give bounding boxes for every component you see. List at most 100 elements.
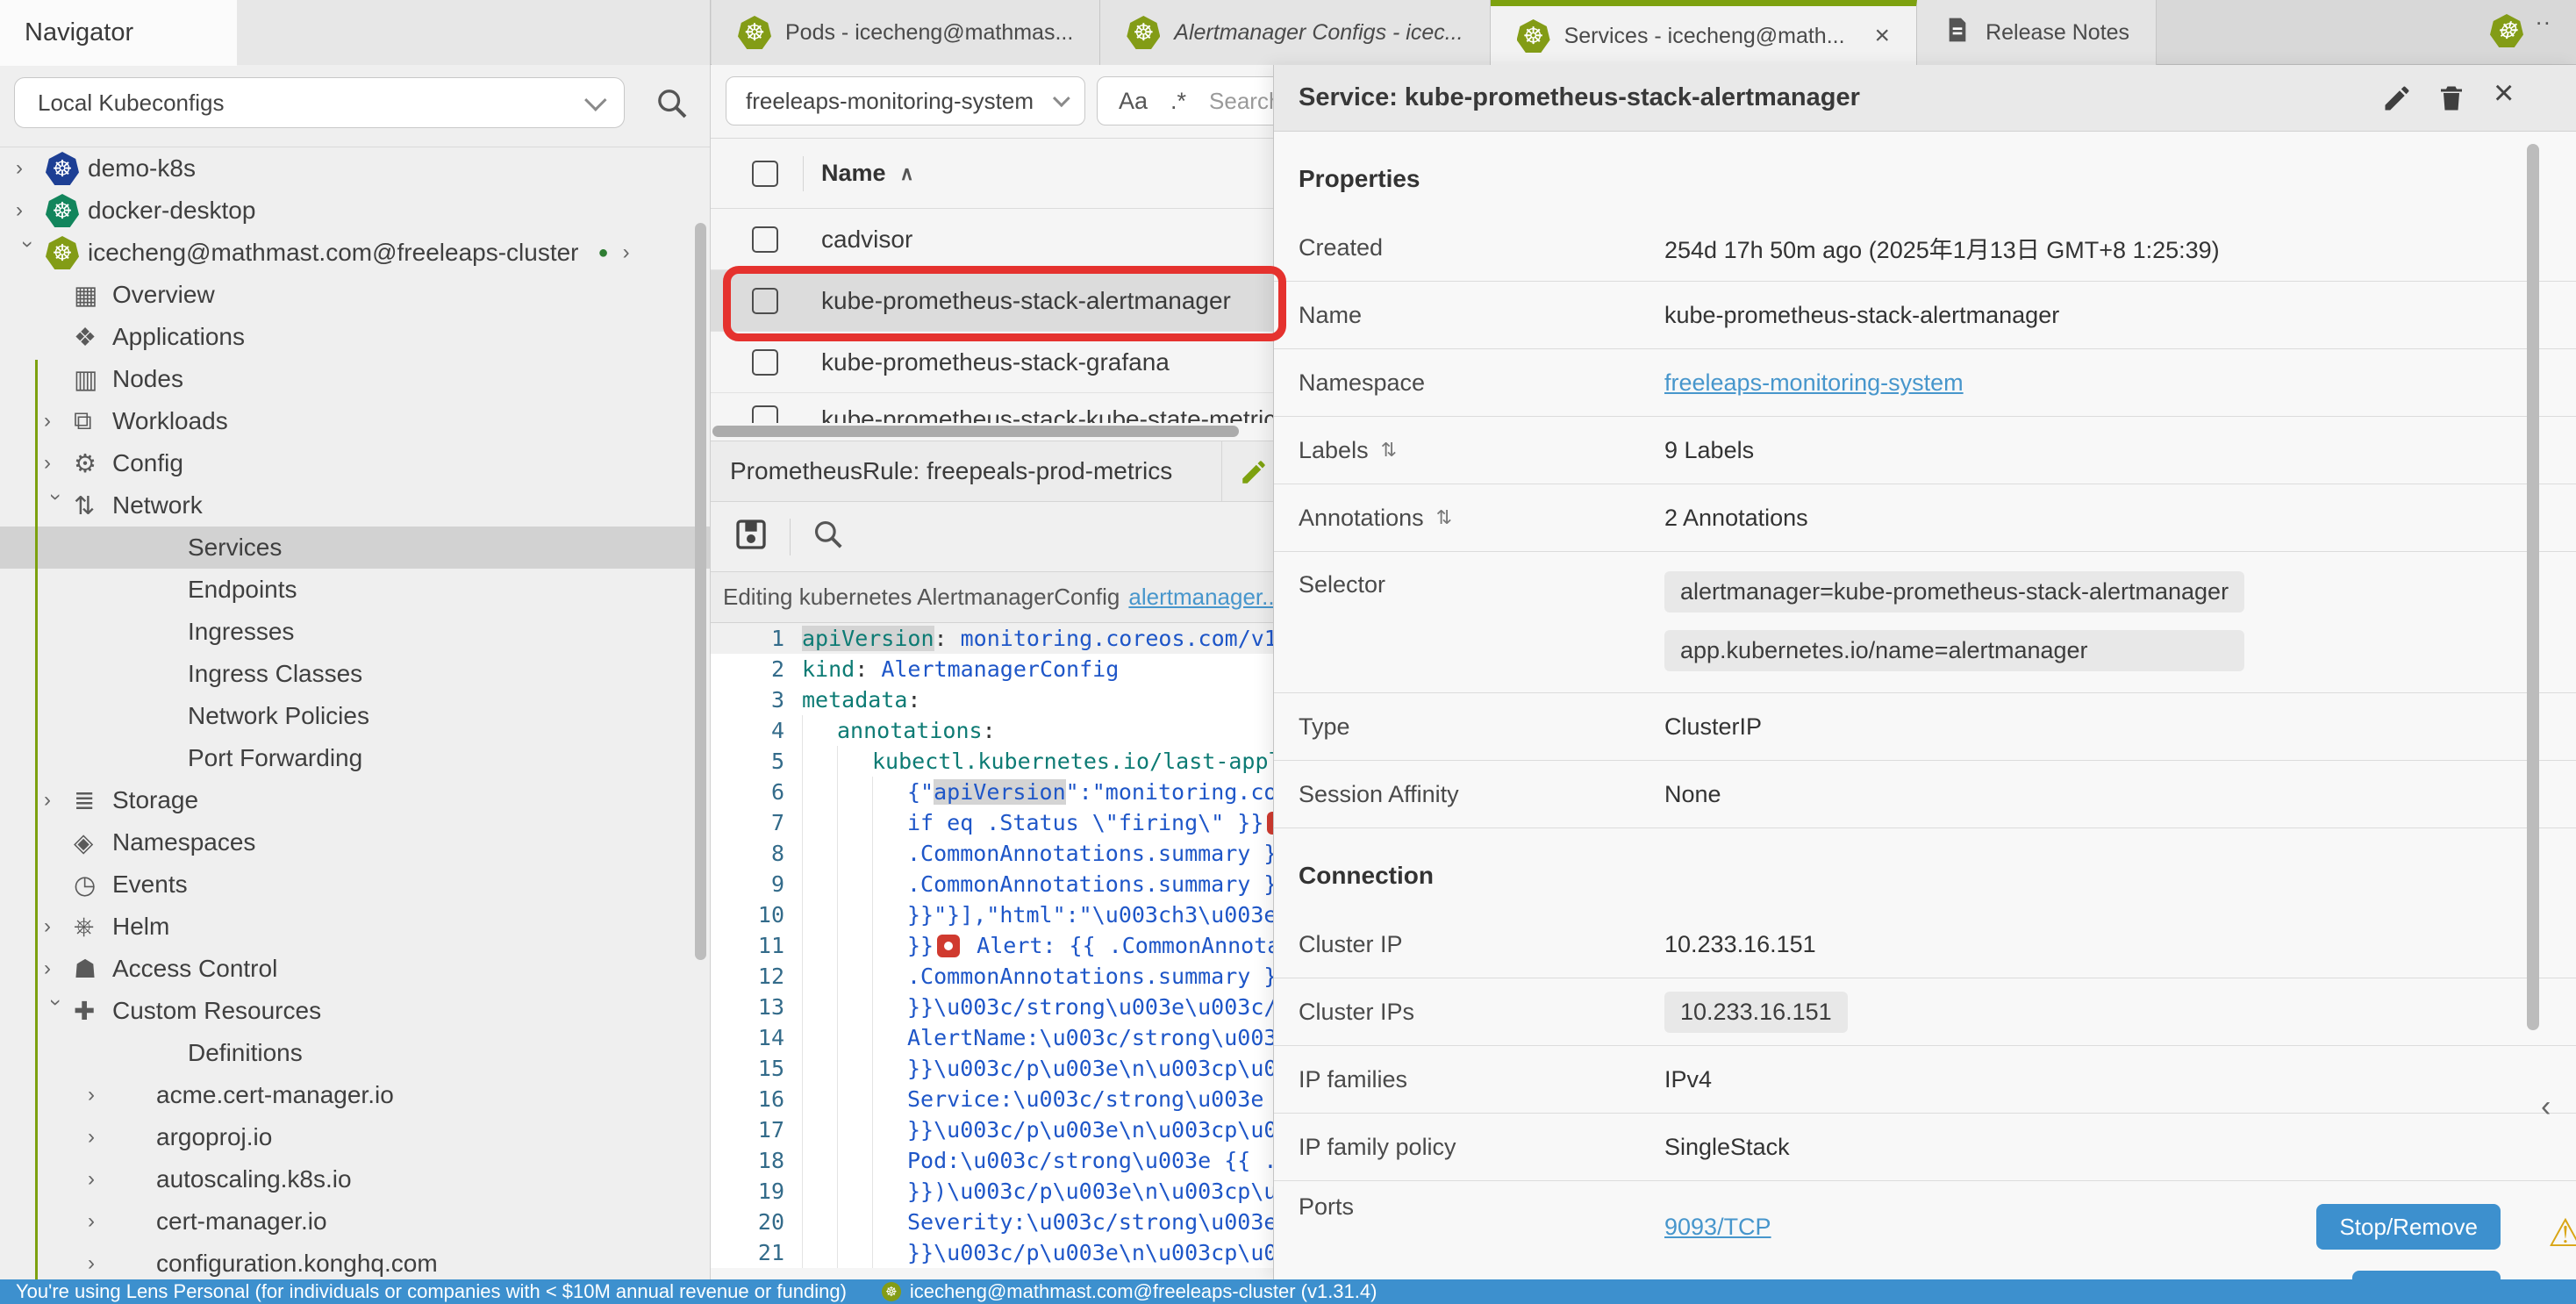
select-all-checkbox[interactable] bbox=[752, 161, 778, 187]
sidebar-item[interactable]: › ≣ Storage bbox=[0, 779, 710, 821]
sidebar-item[interactable]: › ☸ docker-desktop bbox=[0, 190, 710, 232]
divider bbox=[790, 519, 791, 555]
delete-icon[interactable] bbox=[2436, 82, 2467, 118]
sidebar-item-label: argoproj.io bbox=[156, 1123, 272, 1151]
sidebar-item[interactable]: Definitions bbox=[0, 1032, 710, 1074]
line-number: 12 bbox=[711, 964, 802, 989]
namespace-link[interactable]: freeleaps-monitoring-system bbox=[1664, 369, 1964, 397]
sidebar-item[interactable]: Network Policies bbox=[0, 695, 710, 737]
indent-guide bbox=[872, 1145, 907, 1176]
sidebar-item[interactable]: › ☗ Access Control bbox=[0, 948, 710, 990]
sidebar-item[interactable]: › ☸ icecheng@mathmast.com@freeleaps-clus… bbox=[0, 232, 710, 274]
sidebar-item[interactable]: › ⧉ Workloads bbox=[0, 400, 710, 442]
collapse-chevron-icon[interactable]: ‹ bbox=[2541, 1090, 2551, 1124]
row-checkbox[interactable] bbox=[752, 349, 778, 376]
section-heading-properties: Properties bbox=[1274, 132, 2576, 214]
sort-icon[interactable]: ⇅ bbox=[1436, 506, 1452, 529]
row-checkbox[interactable] bbox=[752, 288, 778, 314]
sidebar-item[interactable]: › ⇅ Network bbox=[0, 484, 710, 527]
close-icon[interactable]: × bbox=[2494, 74, 2514, 113]
line-number: 14 bbox=[711, 1025, 802, 1050]
chevron-right-icon[interactable]: › bbox=[44, 999, 68, 1028]
kubeconfig-select[interactable]: Local Kubeconfigs bbox=[14, 77, 625, 128]
namespace-select[interactable]: freeleaps-monitoring-system bbox=[726, 76, 1085, 125]
chevron-right-icon[interactable]: › bbox=[88, 1125, 118, 1150]
tab[interactable]: ☸ Pods - icecheng@mathmas... bbox=[712, 0, 1100, 65]
chevron-right-icon[interactable]: › bbox=[88, 1209, 118, 1234]
chevron-right-icon[interactable]: › bbox=[44, 493, 68, 523]
sidebar-item[interactable]: › ✚ Custom Resources bbox=[0, 990, 710, 1032]
sort-icon[interactable]: ⇅ bbox=[1381, 439, 1397, 462]
edit-icon[interactable] bbox=[1239, 457, 1269, 491]
row-checkbox[interactable] bbox=[752, 226, 778, 253]
code-token: : bbox=[907, 687, 920, 713]
sidebar-item[interactable]: Port Forwarding bbox=[0, 737, 710, 779]
line-number: 4 bbox=[711, 718, 802, 743]
row-checkbox[interactable] bbox=[752, 405, 778, 423]
chevron-right-icon[interactable]: › bbox=[88, 1167, 118, 1192]
stop-remove-button[interactable]: Stop/Remove bbox=[2316, 1204, 2501, 1250]
editor-search-icon[interactable] bbox=[812, 518, 845, 555]
kubernetes-icon: ☸ bbox=[46, 236, 79, 269]
resource-link[interactable]: alertmanager... bbox=[1128, 584, 1280, 611]
chevron-right-icon[interactable]: › bbox=[88, 1251, 118, 1276]
tab-overflow-dots: .. bbox=[2536, 4, 2551, 31]
tab[interactable]: ☸ Alertmanager Configs - icec... bbox=[1100, 0, 1490, 65]
chevron-right-icon[interactable]: › bbox=[44, 788, 74, 813]
code-token: }})\u003c/p\u003e\n\u003cp\u00 bbox=[907, 1179, 1304, 1204]
partial-tab[interactable]: ☸ bbox=[2490, 14, 2523, 47]
line-number: 9 bbox=[711, 871, 802, 897]
search-icon[interactable] bbox=[655, 86, 690, 125]
sidebar-item[interactable]: › autoscaling.k8s.io bbox=[0, 1158, 710, 1200]
chevron-right-icon[interactable]: › bbox=[88, 1083, 118, 1107]
sidebar-item[interactable]: › argoproj.io bbox=[0, 1116, 710, 1158]
sidebar-item[interactable]: ◈ Namespaces bbox=[0, 821, 710, 863]
sidebar-item[interactable]: › ☸ demo-k8s bbox=[0, 147, 710, 190]
sidebar-item[interactable]: ❖ Applications bbox=[0, 316, 710, 358]
workloads-icon: ⧉ bbox=[74, 407, 112, 436]
save-icon[interactable] bbox=[733, 517, 769, 556]
sidebar-item[interactable]: Services bbox=[0, 527, 710, 569]
sidebar-item[interactable]: Endpoints bbox=[0, 569, 710, 611]
sidebar-scrollbar[interactable] bbox=[695, 223, 706, 960]
sidebar-item[interactable]: › cert-manager.io bbox=[0, 1200, 710, 1243]
chevron-right-icon[interactable]: › bbox=[44, 451, 74, 476]
chevron-right-icon[interactable]: › bbox=[16, 240, 40, 270]
chevron-right-icon[interactable]: › bbox=[16, 156, 46, 181]
editing-text: Editing kubernetes AlertmanagerConfig bbox=[723, 584, 1120, 611]
line-number: 3 bbox=[711, 687, 802, 713]
line-number: 19 bbox=[711, 1179, 802, 1204]
sidebar-item-label: Applications bbox=[112, 323, 245, 351]
sidebar-item[interactable]: Ingress Classes bbox=[0, 653, 710, 695]
sidebar-item[interactable]: › ⎈ Helm bbox=[0, 906, 710, 948]
sidebar-item-label: Namespaces bbox=[112, 828, 255, 856]
close-icon[interactable]: × bbox=[1875, 21, 1891, 51]
sidebar-item[interactable]: ▥ Nodes bbox=[0, 358, 710, 400]
chevron-right-icon[interactable]: › bbox=[623, 240, 630, 265]
code-token: {" bbox=[907, 779, 934, 805]
line-number: 18 bbox=[711, 1148, 802, 1173]
chevron-right-icon[interactable]: › bbox=[16, 198, 46, 223]
sidebar-item-label: Events bbox=[112, 871, 188, 899]
warning-icon[interactable]: ⚠ bbox=[2548, 1211, 2576, 1256]
panel-scrollbar[interactable] bbox=[2527, 144, 2539, 1030]
chevron-right-icon[interactable]: › bbox=[44, 957, 74, 981]
license-text[interactable]: You're using Lens Personal (for individu… bbox=[16, 1280, 847, 1303]
edit-icon[interactable] bbox=[2381, 82, 2413, 118]
sidebar-item[interactable]: Ingresses bbox=[0, 611, 710, 653]
chevron-right-icon[interactable]: › bbox=[44, 914, 74, 939]
tab[interactable]: Release Notes bbox=[1917, 0, 2157, 65]
sidebar-item[interactable]: › ⚙ Config bbox=[0, 442, 710, 484]
sidebar-item[interactable]: › acme.cert-manager.io bbox=[0, 1074, 710, 1116]
tab[interactable]: ☸ Services - icecheng@math... × bbox=[1491, 0, 1917, 66]
sidebar-item[interactable]: ▦ Overview bbox=[0, 274, 710, 316]
match-case-icon[interactable]: Aa bbox=[1119, 88, 1148, 115]
port-link[interactable]: 9093/TCP bbox=[1664, 1214, 1771, 1241]
indent-guide bbox=[802, 838, 837, 869]
regex-icon[interactable]: .* bbox=[1170, 88, 1186, 115]
sidebar-item[interactable]: › configuration.konghq.com bbox=[0, 1243, 710, 1279]
column-header-name[interactable]: Name ∧ bbox=[821, 160, 914, 187]
chevron-right-icon[interactable]: › bbox=[44, 409, 74, 433]
scrollbar-thumb[interactable] bbox=[712, 426, 1239, 437]
sidebar-item[interactable]: ◷ Events bbox=[0, 863, 710, 906]
